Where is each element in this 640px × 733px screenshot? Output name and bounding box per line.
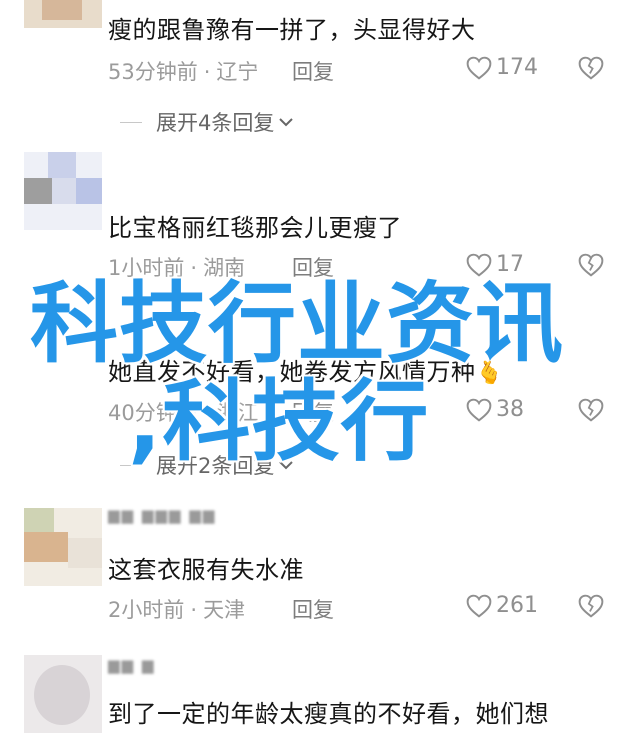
heart-icon — [466, 56, 492, 80]
like-count: 17 — [496, 252, 524, 277]
expand-label: 展开2条回复 — [156, 454, 275, 478]
comment-text-body: 她直发不好看，她卷发方风情万种 — [108, 358, 476, 386]
like-count: 38 — [496, 397, 524, 422]
dislike-button[interactable] — [578, 398, 604, 426]
like-button[interactable]: 174 — [466, 55, 538, 80]
broken-heart-icon — [578, 594, 604, 618]
dislike-button[interactable] — [578, 594, 604, 622]
avatar[interactable] — [24, 655, 102, 733]
dislike-button[interactable] — [578, 253, 604, 281]
comment-time: 53分钟前 — [108, 60, 198, 84]
broken-heart-icon — [578, 253, 604, 277]
comment-meta: 2小时前 · 天津 回复 — [108, 594, 334, 624]
comment-location: 辽宁 — [216, 60, 259, 84]
comment-meta: 40分钟前 · 浙江 回复 — [108, 397, 334, 427]
heart-icon — [466, 594, 492, 618]
comment-text: 到了一定的年龄太瘦真的不好看，她们想 — [108, 700, 549, 728]
username-blurred: ▆▆ ▆ — [108, 656, 156, 674]
comment-time: 1小时前 — [108, 256, 185, 280]
comment-text: 比宝格丽红毯那会儿更瘦了 — [108, 214, 402, 242]
avatar[interactable] — [24, 0, 102, 28]
expand-replies[interactable]: 展开2条回复 — [120, 450, 294, 480]
broken-heart-icon — [578, 398, 604, 422]
comment-meta: 53分钟前 · 辽宁 回复 — [108, 56, 334, 86]
comment-text: 这套衣服有失水准 — [108, 556, 304, 584]
broken-heart-icon — [578, 56, 604, 80]
chevron-down-icon — [279, 118, 294, 127]
like-button[interactable]: 38 — [466, 397, 524, 422]
like-count: 174 — [496, 55, 538, 80]
expand-label: 展开4条回复 — [156, 111, 275, 135]
comment-time: 2小时前 — [108, 598, 185, 622]
comment-location: 湖南 — [203, 256, 246, 280]
username-blurred: ▆▆ ▆▆▆ ▆▆ — [108, 506, 217, 524]
reply-button[interactable]: 回复 — [292, 56, 334, 86]
comment-text: 她直发不好看，她卷发方风情万种🫰 — [108, 352, 503, 387]
like-button[interactable]: 17 — [466, 252, 524, 277]
comment-location: 天津 — [203, 598, 246, 622]
expand-replies[interactable]: 展开4条回复 — [120, 107, 294, 137]
like-button[interactable]: 261 — [466, 593, 538, 618]
comment-meta: 1小时前 · 湖南 回复 — [108, 252, 334, 282]
avatar[interactable] — [24, 508, 102, 586]
chevron-down-icon — [279, 461, 294, 470]
comment-time: 40分钟前 — [108, 401, 198, 425]
reply-button[interactable]: 回复 — [292, 252, 334, 282]
dislike-button[interactable] — [578, 56, 604, 84]
heart-icon — [466, 398, 492, 422]
finger-heart-emoji: 🫰 — [475, 361, 504, 386]
heart-icon — [466, 253, 492, 277]
comment-location: 浙江 — [216, 401, 259, 425]
reply-button[interactable]: 回复 — [292, 397, 334, 427]
like-count: 261 — [496, 593, 538, 618]
avatar[interactable] — [24, 152, 102, 230]
comment-text: 瘦的跟鲁豫有一拼了，头显得好大 — [108, 16, 476, 44]
reply-button[interactable]: 回复 — [292, 594, 334, 624]
